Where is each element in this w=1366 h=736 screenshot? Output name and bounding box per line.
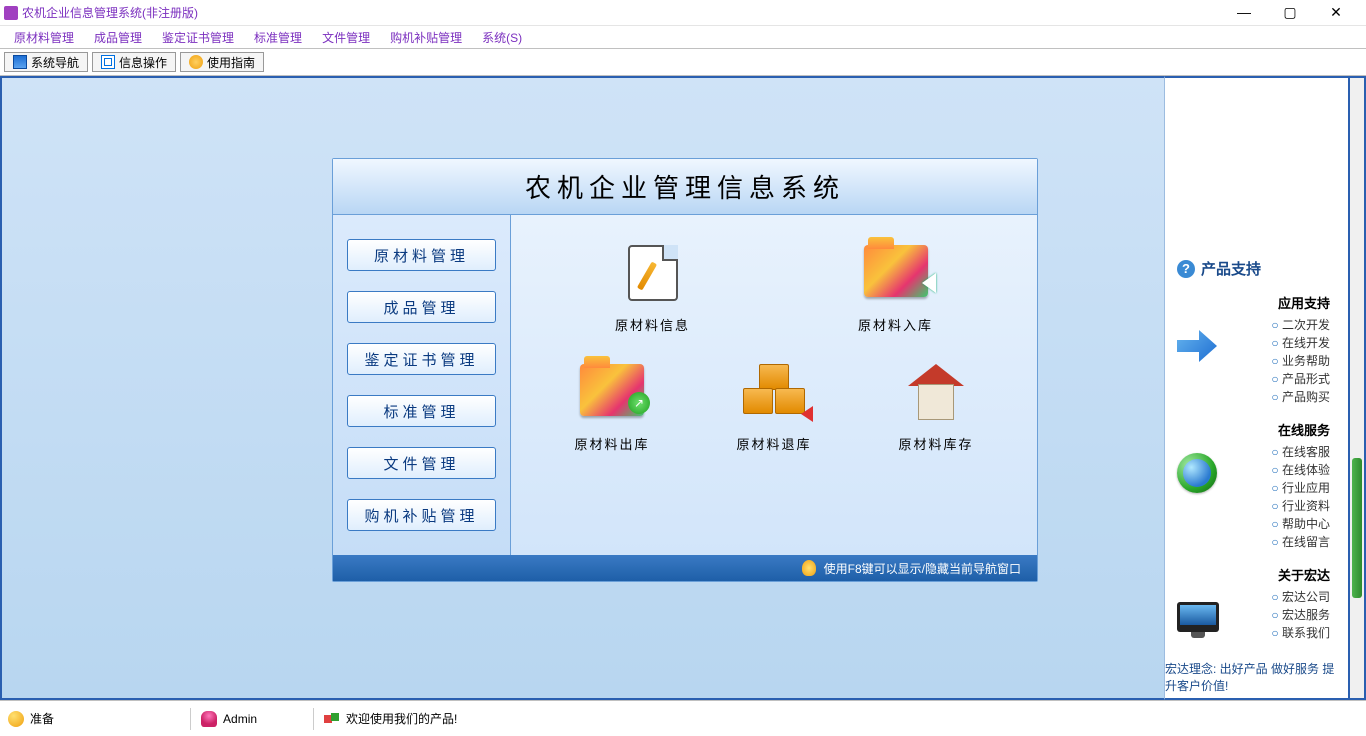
support-section-about: 关于宏达 宏达公司 宏达服务 联系我们 (1177, 565, 1336, 642)
question-icon: ? (1177, 260, 1195, 278)
toolbar-guide[interactable]: 使用指南 (180, 52, 264, 72)
link-product-form[interactable]: 产品形式 (1177, 370, 1330, 388)
help-icon (189, 55, 203, 69)
workspace: 农机企业管理信息系统 原材料管理 成品管理 鉴定证书管理 标准管理 文件管理 购… (0, 76, 1366, 700)
nav-btn-file[interactable]: 文件管理 (347, 447, 496, 479)
folder-in-icon (864, 245, 928, 297)
grid-raw-stock[interactable]: 原材料库存 (861, 364, 1011, 453)
cubes-icon (324, 711, 340, 727)
grid-raw-in[interactable]: 原材料入库 (821, 245, 971, 334)
nav-btn-standard[interactable]: 标准管理 (347, 395, 496, 427)
toolbar-system-nav[interactable]: 系统导航 (4, 52, 88, 72)
support-title: ? 产品支持 (1177, 88, 1336, 279)
nav-btn-subsidy[interactable]: 购机补贴管理 (347, 499, 496, 531)
close-button[interactable]: ✕ (1322, 4, 1350, 21)
link-guestbook[interactable]: 在线留言 (1177, 533, 1330, 551)
support-sidebar: ? 产品支持 应用支持 二次开发 在线开发 业务帮助 产品形式 产品购买 在线服… (1164, 76, 1350, 700)
grid-raw-out[interactable]: ↗ 原材料出库 (537, 364, 687, 453)
main-area: 农机企业管理信息系统 原材料管理 成品管理 鉴定证书管理 标准管理 文件管理 购… (0, 76, 1164, 700)
window-controls: — ▢ ✕ (1230, 4, 1362, 21)
bulb-icon (802, 560, 816, 576)
status-ready-icon (8, 711, 24, 727)
grid-raw-return[interactable]: 原材料退库 (699, 364, 849, 453)
link-help-center[interactable]: 帮助中心 (1177, 515, 1330, 533)
boxes-icon (739, 364, 809, 420)
support-section-online: 在线服务 在线客服 在线体验 行业应用 行业资料 帮助中心 在线留言 (1177, 420, 1336, 551)
titlebar: 农机企业信息管理系统(非注册版) — ▢ ✕ (0, 0, 1366, 26)
folder-out-icon: ↗ (580, 364, 644, 416)
file-edit-icon (628, 245, 678, 301)
nav-icon (13, 55, 27, 69)
menu-certificates[interactable]: 鉴定证书管理 (152, 29, 244, 46)
status-user: Admin (201, 711, 257, 727)
nav-btn-cert[interactable]: 鉴定证书管理 (347, 343, 496, 375)
globe-icon (1177, 453, 1217, 493)
statusbar: 准备 Admin 欢迎使用我们的产品! (0, 700, 1366, 736)
nav-btn-raw[interactable]: 原材料管理 (347, 239, 496, 271)
grid-raw-info[interactable]: 原材料信息 (578, 245, 728, 334)
content-grid: 原材料信息 原材料入库 ↗ 原材料出库 (511, 215, 1037, 555)
house-icon (908, 364, 964, 420)
menu-subsidy[interactable]: 购机补贴管理 (380, 29, 472, 46)
scrollbar-thumb[interactable] (1352, 458, 1362, 598)
app-icon (4, 6, 18, 20)
nav-button-list: 原材料管理 成品管理 鉴定证书管理 标准管理 文件管理 购机补贴管理 (333, 215, 511, 555)
slogan: 宏达理念: 出好产品 做好服务 提升客户价值! (1165, 660, 1342, 694)
toolbar: 系统导航 信息操作 使用指南 (0, 48, 1366, 76)
monitor-icon (1177, 602, 1219, 632)
hint-text: 使用F8键可以显示/隐藏当前导航窗口 (824, 560, 1021, 577)
nav-btn-product[interactable]: 成品管理 (347, 291, 496, 323)
menu-files[interactable]: 文件管理 (312, 29, 380, 46)
menu-products[interactable]: 成品管理 (84, 29, 152, 46)
link-industry-doc[interactable]: 行业资料 (1177, 497, 1330, 515)
menubar: 原材料管理 成品管理 鉴定证书管理 标准管理 文件管理 购机补贴管理 系统(S) (0, 26, 1366, 48)
window-title: 农机企业信息管理系统(非注册版) (22, 4, 1230, 21)
support-section-app: 应用支持 二次开发 在线开发 业务帮助 产品形式 产品购买 (1177, 293, 1336, 406)
menu-system[interactable]: 系统(S) (472, 29, 532, 46)
vertical-scrollbar[interactable] (1350, 76, 1366, 700)
maximize-button[interactable]: ▢ (1276, 4, 1304, 21)
hint-bar: 使用F8键可以显示/隐藏当前导航窗口 (333, 555, 1037, 581)
panel-title: 农机企业管理信息系统 (333, 159, 1037, 215)
menu-raw-materials[interactable]: 原材料管理 (4, 29, 84, 46)
minimize-button[interactable]: — (1230, 4, 1258, 21)
status-welcome: 欢迎使用我们的产品! (324, 710, 457, 727)
toolbar-info-op[interactable]: 信息操作 (92, 52, 176, 72)
nav-panel: 农机企业管理信息系统 原材料管理 成品管理 鉴定证书管理 标准管理 文件管理 购… (332, 158, 1038, 582)
menu-standards[interactable]: 标准管理 (244, 29, 312, 46)
info-icon (101, 55, 115, 69)
status-ready: 准备 (8, 710, 54, 727)
user-icon (201, 711, 217, 727)
link-purchase[interactable]: 产品购买 (1177, 388, 1330, 406)
